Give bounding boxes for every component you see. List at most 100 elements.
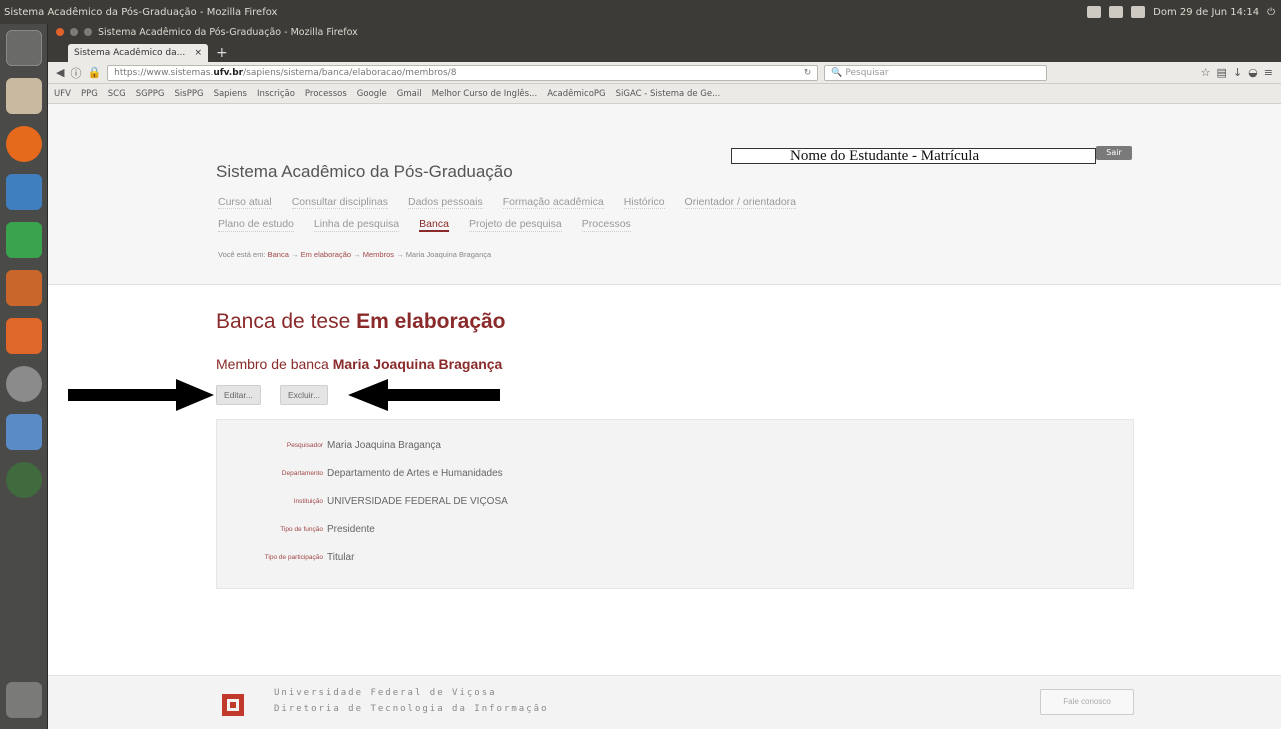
bookmarks-toolbar: UFV PPG SCG SGPPG SisPPG Sapiens Inscrição Proc… — [48, 84, 1281, 104]
minimize-window-icon[interactable] — [70, 28, 78, 36]
detail-label: Tipo de participação — [264, 554, 323, 561]
page-subtitle-prefix: Membro de banca — [216, 356, 329, 372]
bookmark-item[interactable]: Melhor Curso de Inglês... — [432, 89, 538, 99]
menu-item[interactable]: Plano de estudo — [218, 218, 294, 232]
footer-university: Universidade Federal de Viçosa — [274, 688, 497, 698]
url-bar[interactable]: https://www.sistemas.ufv.br/sapiens/sist… — [107, 64, 819, 81]
trash-icon[interactable] — [6, 682, 42, 718]
keyboard-icon[interactable] — [1087, 6, 1102, 18]
system-tray: Dom 29 de Jun 14:14 ⏻ — [1087, 6, 1281, 18]
bookmark-item[interactable]: PPG — [81, 89, 98, 99]
detail-label: Departamento — [281, 470, 323, 477]
detail-value: Presidente — [327, 524, 375, 535]
menu-item[interactable]: Histórico — [623, 196, 665, 209]
mail-icon[interactable] — [1109, 6, 1124, 18]
settings-icon[interactable] — [6, 366, 42, 402]
info-icon[interactable]: ⓘ — [70, 65, 81, 81]
app-icon[interactable] — [6, 462, 42, 498]
search-placeholder: Pesquisar — [845, 67, 889, 78]
arrow-left-annotation — [348, 379, 500, 411]
bookmark-item[interactable]: Processos — [305, 89, 347, 99]
web-page: Nome do Estudante - Matrícula Sair Siste… — [48, 104, 1281, 729]
bookmark-item[interactable]: SiGAC - Sistema de Ge... — [616, 89, 721, 99]
detail-row: Departamento Departamento de Artes e Huma… — [217, 466, 1135, 482]
dash-home-icon[interactable] — [6, 30, 42, 66]
main-menu-row-1: Curso atual Consultar disciplinas Dados pe… — [218, 196, 797, 209]
bookmark-item[interactable]: UFV — [54, 89, 71, 99]
close-tab-icon[interactable]: × — [194, 48, 202, 58]
breadcrumb-item-membros[interactable]: Membros — [363, 250, 394, 259]
menu-item[interactable]: Consultar disciplinas — [291, 196, 388, 209]
menu-item[interactable]: Processos — [581, 218, 631, 232]
maximize-window-icon[interactable] — [84, 28, 92, 36]
detail-row: Tipo de função Presidente — [217, 522, 1135, 538]
back-icon[interactable]: ◀ — [56, 66, 64, 79]
unity-launcher — [0, 24, 48, 729]
calc-icon[interactable] — [6, 222, 42, 258]
search-input[interactable]: 🔍 Pesquisar — [824, 64, 1047, 81]
network-icon[interactable] — [1131, 6, 1146, 18]
search-icon: 🔍 — [831, 67, 843, 78]
menu-item[interactable]: Orientador / orientadora — [684, 196, 797, 209]
bookmark-item[interactable]: Inscrição — [257, 89, 295, 99]
bookmark-item[interactable]: SisPPG — [175, 89, 204, 99]
edit-button[interactable]: Editar... — [216, 385, 261, 405]
detail-row: Instituição UNIVERSIDADE FEDERAL DE VIÇOS… — [217, 494, 1135, 510]
tab-label: Sistema Acadêmico da... — [74, 48, 186, 58]
contact-button[interactable]: Fale conosco — [1040, 689, 1134, 715]
bookmark-item[interactable]: SCG — [108, 89, 126, 99]
menu-item[interactable]: Formação acadêmica — [502, 196, 604, 209]
menu-item[interactable]: Banca — [419, 218, 449, 232]
window-title: Sistema Acadêmico da Pós-Graduação - Moz… — [98, 26, 358, 38]
menu-item[interactable]: Curso atual — [218, 196, 272, 209]
detail-value: Departamento de Artes e Humanidades — [327, 468, 503, 479]
breadcrumb-item-current: Maria Joaquina Bragança — [405, 250, 492, 259]
firefox-icon[interactable] — [6, 126, 42, 162]
thunderbird-icon[interactable] — [6, 414, 42, 450]
software-center-icon[interactable] — [6, 318, 42, 354]
close-window-icon[interactable] — [56, 28, 64, 36]
writer-icon[interactable] — [6, 174, 42, 210]
arrow-right-annotation — [68, 379, 214, 411]
bookmark-item[interactable]: Sapiens — [214, 89, 247, 99]
footer-department: Diretoria de Tecnologia da Informação — [274, 704, 549, 714]
user-name-box: Nome do Estudante - Matrícula — [731, 148, 1096, 164]
lock-icon: 🔒 — [87, 66, 102, 79]
clock[interactable]: Dom 29 de Jun 14:14 — [1153, 7, 1259, 18]
delete-button[interactable]: Excluir... — [280, 385, 329, 405]
bookmark-item[interactable]: SGPPG — [136, 89, 165, 99]
files-icon[interactable] — [6, 78, 42, 114]
detail-row: Tipo de participação Titular — [217, 550, 1135, 566]
downloads-icon[interactable]: ↓ — [1233, 66, 1242, 79]
page-subtitle-name: Maria Joaquina Bragança — [332, 356, 503, 372]
bookmark-item[interactable]: AcadêmicoPG — [547, 89, 605, 99]
ubuntu-top-panel: Sistema Acadêmico da Pós-Graduação - Moz… — [0, 0, 1281, 24]
menu-icon[interactable]: ≡ — [1264, 66, 1273, 79]
reading-list-icon[interactable]: ▤ — [1217, 66, 1227, 79]
site-footer: Universidade Federal de Viçosa Diretoria… — [48, 675, 1281, 729]
breadcrumb-separator: → — [353, 250, 361, 259]
browser-tab[interactable]: Sistema Acadêmico da... × — [68, 44, 208, 62]
detail-label: Pesquisador — [286, 442, 323, 449]
page-title-status: Em elaboração — [356, 310, 506, 333]
pocket-icon[interactable]: ◒ — [1248, 66, 1258, 79]
firefox-titlebar: Sistema Acadêmico da Pós-Graduação - Moz… — [48, 24, 1281, 40]
detail-row: Pesquisador Maria Joaquina Bragança — [217, 438, 1135, 454]
bookmark-star-icon[interactable]: ☆ — [1201, 66, 1211, 79]
breadcrumb-item-banca[interactable]: Banca — [268, 250, 289, 259]
impress-icon[interactable] — [6, 270, 42, 306]
detail-label: Instituição — [293, 498, 323, 505]
breadcrumb-item-em-elaboracao[interactable]: Em elaboração — [301, 250, 351, 259]
power-icon[interactable]: ⏻ — [1267, 7, 1275, 18]
page-title: Banca de tese Em elaboração — [216, 310, 506, 334]
reload-icon[interactable]: ↻ — [804, 66, 812, 80]
bookmark-item[interactable]: Google — [357, 89, 387, 99]
detail-value: Titular — [327, 552, 355, 563]
menu-item[interactable]: Projeto de pesquisa — [468, 218, 562, 232]
menu-item[interactable]: Linha de pesquisa — [313, 218, 400, 232]
menu-item[interactable]: Dados pessoais — [408, 196, 483, 209]
logout-button[interactable]: Sair — [1096, 146, 1132, 160]
new-tab-icon[interactable]: + — [208, 44, 236, 62]
bookmark-item[interactable]: Gmail — [397, 89, 422, 99]
url-path: /sapiens/sistema/banca/elaboracao/membro… — [243, 67, 457, 78]
